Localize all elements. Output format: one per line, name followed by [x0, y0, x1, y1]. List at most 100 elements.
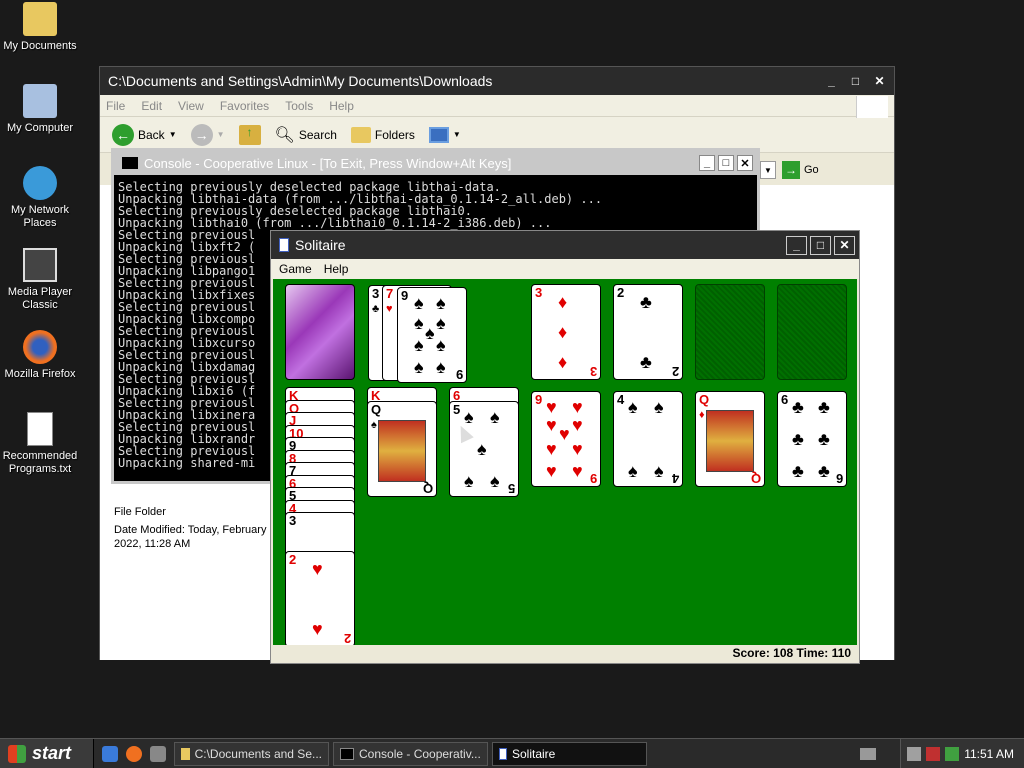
console-title: Console - Cooperative Linux - [To Exit, …	[144, 155, 512, 171]
network-icon[interactable]	[907, 747, 922, 761]
solitaire-titlebar[interactable]: Solitaire _ □ ✕	[271, 231, 859, 259]
up-folder-icon: ↑	[238, 124, 261, 145]
task-label: Console - Cooperativ...	[359, 746, 481, 761]
console-icon	[340, 747, 354, 760]
minimize-button[interactable]: _	[699, 155, 715, 171]
desktop-icon-recommended-programs[interactable]: Recommended Programs.txt	[0, 412, 80, 476]
queen-face-art	[706, 410, 754, 472]
film-clapper-icon[interactable]	[150, 745, 166, 762]
desktop-icon-label: Media Player Classic	[7, 286, 73, 311]
close-button[interactable]: ✕	[869, 72, 890, 91]
foundation-pile[interactable]: 2 ♣ ♣ 2	[613, 284, 683, 380]
search-button[interactable]: 🔍︎ Search	[271, 123, 341, 147]
desktop-icon-mozilla-firefox[interactable]: Mozilla Firefox	[0, 330, 80, 381]
views-button[interactable]: ▼	[425, 125, 465, 145]
taskbar-button-explorer[interactable]: C:\Documents and Se...	[174, 741, 329, 766]
menu-tools[interactable]: Tools	[285, 99, 313, 113]
menu-help[interactable]: Help	[324, 262, 349, 276]
queen-face-art	[378, 420, 426, 482]
go-button[interactable]: Go	[804, 164, 819, 176]
minimize-button[interactable]: _	[821, 72, 842, 91]
back-label: Back	[138, 127, 165, 142]
console-app-icon	[122, 157, 138, 169]
foundation-empty-slot[interactable]	[777, 284, 847, 380]
maximize-button[interactable]: □	[718, 155, 734, 171]
taskbar-button-solitaire[interactable]: Solitaire	[492, 741, 647, 766]
desktop-icon-label: Recommended Programs.txt	[2, 450, 78, 475]
menu-help[interactable]: Help	[329, 99, 354, 113]
desktop-icon-label: My Computer	[6, 122, 74, 134]
forward-button[interactable]: → ▼	[187, 122, 229, 148]
system-tray: 11:51 AM	[900, 739, 1024, 768]
text-file-icon	[27, 412, 53, 446]
explorer-menubar: File Edit View Favorites Tools Help	[100, 95, 894, 117]
task-label: Solitaire	[512, 746, 556, 761]
computer-icon	[23, 84, 57, 118]
tableau-card[interactable]: 4 ♠ ♠ ♠ ♠ 4	[613, 391, 683, 487]
menu-favorites[interactable]: Favorites	[220, 99, 269, 113]
console-titlebar[interactable]: Console - Cooperative Linux - [To Exit, …	[114, 151, 757, 175]
desktop-icon-label: My Network Places	[10, 204, 70, 229]
explorer-titlebar[interactable]: C:\Documents and Settings\Admin\My Docum…	[100, 67, 894, 95]
chevron-down-icon[interactable]: ▼	[169, 130, 177, 139]
task-label: C:\Documents and Se...	[194, 746, 322, 761]
stock-pile[interactable]	[285, 284, 355, 380]
tableau-card[interactable]: 5 ♠ ♠ ♠ ♠ ♠ 5	[449, 401, 519, 497]
desktop-icon-my-computer[interactable]: My Computer	[0, 84, 80, 135]
desktop-icon-my-documents[interactable]: My Documents	[0, 2, 80, 53]
maximize-button[interactable]: □	[810, 235, 831, 255]
search-label: Search	[298, 127, 337, 142]
windows-logo-icon	[856, 96, 888, 118]
firefox-icon[interactable]	[126, 745, 142, 762]
address-dropdown-icon[interactable]: ▼	[760, 161, 776, 179]
desktop-icon-my-network-places[interactable]: My Network Places	[0, 166, 80, 230]
menu-view[interactable]: View	[178, 99, 204, 113]
close-button[interactable]: ✕	[737, 155, 753, 171]
folders-icon	[350, 126, 371, 143]
start-label: start	[32, 743, 72, 763]
taskbar: start C:\Documents and Se... Console - C…	[0, 738, 1024, 768]
tableau-card[interactable]: Q ♦ Q	[695, 391, 765, 487]
back-button[interactable]: ← Back ▼	[108, 122, 181, 148]
menu-edit[interactable]: Edit	[141, 99, 162, 113]
solitaire-app-icon	[279, 238, 289, 252]
up-folder-button[interactable]: ↑	[235, 123, 265, 147]
menu-game[interactable]: Game	[279, 262, 312, 276]
minimize-button[interactable]: _	[786, 235, 807, 255]
tray-app-icon[interactable]	[945, 747, 960, 761]
taskbar-button-console[interactable]: Console - Cooperativ...	[333, 741, 488, 766]
tableau-card[interactable]: Q ♠ Q	[367, 401, 437, 497]
address-go-area: ▼ → Go	[760, 159, 886, 181]
start-button[interactable]: start	[0, 738, 94, 768]
film-clapper-icon	[23, 248, 57, 282]
tableau-card[interactable]: 9 ♥ ♥ ♥ ♥ ♥ ♥ ♥ ♥ ♥ 9	[531, 391, 601, 487]
close-button[interactable]: ✕	[834, 235, 855, 255]
desktop-icon-media-player-classic[interactable]: Media Player Classic	[0, 248, 80, 312]
folder-icon	[181, 747, 190, 760]
go-arrow-icon[interactable]: →	[782, 161, 800, 179]
tableau-card[interactable]: 6 ♣ ♣ ♣ ♣ ♣ ♣ 6	[777, 391, 847, 487]
keyboard-icon[interactable]	[860, 748, 876, 760]
search-icon: 🔍︎	[274, 126, 295, 144]
explorer-title: C:\Documents and Settings\Admin\My Docum…	[108, 73, 493, 89]
internet-explorer-icon[interactable]	[102, 745, 118, 762]
solitaire-window[interactable]: Solitaire _ □ ✕ Game Help 3 ♣ 7 ♥ 9 ♠ ♠ ♠ ♠ ♠…	[270, 230, 860, 664]
firefox-icon	[23, 330, 57, 364]
waste-top-card[interactable]: 9 ♠ ♠ ♠ ♠ ♠ ♠ ♠ ♠ ♠ 9	[397, 287, 467, 383]
maximize-button[interactable]: □	[845, 72, 866, 91]
menu-file[interactable]: File	[106, 99, 125, 113]
foundation-empty-slot[interactable]	[695, 284, 765, 380]
game-board[interactable]: 3 ♣ 7 ♥ 9 ♠ ♠ ♠ ♠ ♠ ♠ ♠ ♠ ♠ 9 3 ♦ ♦ ♦ 3 2 ♣ ♣ 2	[273, 279, 857, 646]
quick-launch	[94, 745, 174, 762]
chevron-down-icon: ▼	[216, 130, 225, 139]
windows-flag-icon	[8, 744, 26, 763]
folders-button[interactable]: Folders	[347, 125, 419, 145]
desktop-icon-label: Mozilla Firefox	[4, 368, 76, 380]
score-time-status: Score: 108 Time: 110	[273, 645, 857, 661]
foundation-pile[interactable]: 3 ♦ ♦ ♦ 3	[531, 284, 601, 380]
tableau-top-card[interactable]: 2 ♥ ♥ 2	[285, 551, 355, 646]
folders-label: Folders	[374, 127, 415, 142]
security-icon[interactable]	[926, 747, 941, 761]
desktop-icon-label: My Documents	[3, 40, 77, 52]
solitaire-menubar: Game Help	[271, 259, 859, 279]
